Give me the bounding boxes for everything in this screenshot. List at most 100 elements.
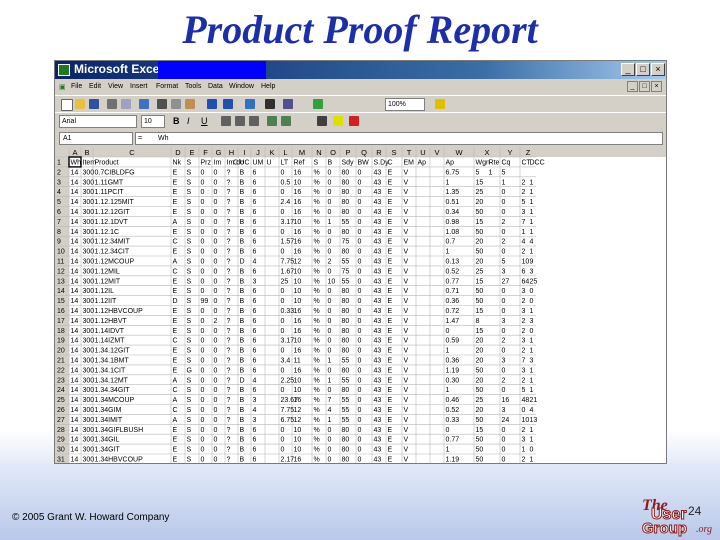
cell[interactable]: 0 bbox=[214, 249, 218, 256]
cell[interactable]: 10 bbox=[294, 447, 302, 454]
cell[interactable]: 43 bbox=[374, 209, 382, 216]
column-header-m[interactable]: M bbox=[299, 148, 305, 157]
cell[interactable]: 3 bbox=[522, 437, 526, 444]
cell[interactable]: 3 bbox=[522, 209, 526, 216]
cell[interactable]: V bbox=[404, 249, 409, 256]
cell[interactable]: S bbox=[187, 437, 192, 444]
cell[interactable]: 1.12IIT bbox=[95, 298, 118, 305]
cell[interactable]: 43 bbox=[374, 417, 382, 424]
cell[interactable]: 3 bbox=[522, 367, 526, 374]
cell[interactable]: E bbox=[173, 308, 178, 315]
cell[interactable]: A bbox=[173, 377, 178, 384]
cell[interactable]: 27 bbox=[502, 278, 510, 285]
cell[interactable]: E bbox=[173, 229, 178, 236]
cell[interactable]: B bbox=[240, 189, 245, 196]
cell[interactable]: 0 bbox=[358, 308, 362, 315]
cell[interactable]: ? bbox=[227, 318, 231, 325]
cell[interactable]: 1.34MCOUP bbox=[95, 397, 135, 404]
cell[interactable]: 0 bbox=[281, 318, 285, 325]
cell[interactable]: 14 bbox=[71, 288, 79, 295]
cell[interactable]: 0 bbox=[358, 189, 362, 196]
column-header-u[interactable]: U bbox=[420, 148, 425, 157]
cell[interactable]: 300 bbox=[83, 278, 95, 285]
cell[interactable]: E bbox=[388, 377, 393, 384]
cell[interactable]: 25 bbox=[476, 268, 484, 275]
column-header-c[interactable]: C bbox=[129, 148, 135, 157]
cell[interactable]: 0 bbox=[214, 278, 218, 285]
cell[interactable]: 2 bbox=[522, 457, 526, 464]
cell[interactable]: 6 bbox=[253, 219, 257, 226]
cell[interactable]: B bbox=[240, 427, 245, 434]
cell[interactable]: B bbox=[240, 239, 245, 246]
cell[interactable]: 0 bbox=[281, 367, 285, 374]
cell[interactable]: 80 bbox=[342, 427, 350, 434]
cell[interactable]: Ap bbox=[418, 160, 427, 167]
cell[interactable]: 43 bbox=[374, 189, 382, 196]
row-header-27[interactable]: 27 bbox=[57, 417, 65, 424]
cell[interactable]: 0 bbox=[328, 318, 332, 325]
cell[interactable]: 1 bbox=[328, 358, 332, 365]
cell[interactable]: 0 bbox=[214, 427, 218, 434]
cell[interactable]: 80 bbox=[342, 209, 350, 216]
cell[interactable]: 6 bbox=[253, 338, 257, 345]
cell[interactable]: 0 bbox=[201, 199, 205, 206]
cell[interactable]: 0 bbox=[201, 407, 205, 414]
cell[interactable]: 10 bbox=[522, 259, 530, 266]
cell[interactable]: 80 bbox=[342, 447, 350, 454]
cell[interactable]: 0 bbox=[328, 308, 332, 315]
cell[interactable]: 300 bbox=[83, 318, 95, 325]
menu-edit[interactable]: Edit bbox=[89, 83, 101, 90]
cell[interactable]: 0 bbox=[201, 358, 205, 365]
column-header-z[interactable]: Z bbox=[526, 148, 531, 157]
cell[interactable]: ? bbox=[227, 338, 231, 345]
cell[interactable]: 80 bbox=[342, 308, 350, 315]
cell[interactable]: 0 bbox=[328, 179, 332, 186]
cell[interactable]: B bbox=[240, 348, 245, 355]
cell[interactable]: % bbox=[314, 407, 320, 414]
cell[interactable]: 1.12IL bbox=[95, 288, 115, 295]
row-header-20[interactable]: 20 bbox=[57, 348, 65, 355]
cell[interactable]: 80 bbox=[342, 338, 350, 345]
cell[interactable]: S bbox=[187, 189, 192, 196]
cell[interactable]: 1.12HBVT bbox=[95, 318, 128, 325]
cell[interactable]: V bbox=[404, 229, 409, 236]
cell[interactable]: 0 bbox=[358, 278, 362, 285]
cell[interactable]: 0 bbox=[502, 437, 506, 444]
cell[interactable]: 64 bbox=[522, 278, 530, 285]
cell[interactable]: 6 bbox=[253, 427, 257, 434]
cell[interactable]: V bbox=[404, 437, 409, 444]
cell[interactable]: C bbox=[173, 338, 178, 345]
cell[interactable]: ? bbox=[227, 189, 231, 196]
cell[interactable]: B bbox=[240, 199, 245, 206]
cell[interactable]: 1 bbox=[530, 377, 534, 384]
cell[interactable]: 6 bbox=[253, 268, 257, 275]
cell[interactable]: E bbox=[173, 437, 178, 444]
column-header-l[interactable]: L bbox=[283, 148, 287, 157]
cell[interactable]: 43 bbox=[374, 348, 382, 355]
cell[interactable]: 16 bbox=[294, 209, 302, 216]
cell[interactable]: 0 bbox=[358, 268, 362, 275]
zoom-select[interactable]: 100% bbox=[385, 98, 425, 111]
cell[interactable]: E bbox=[173, 199, 178, 206]
cell[interactable]: 55 bbox=[342, 219, 350, 226]
cell[interactable]: Product bbox=[95, 160, 119, 167]
cell[interactable]: 1 bbox=[489, 169, 493, 176]
cell[interactable]: E bbox=[388, 367, 393, 374]
cell[interactable]: 50 bbox=[476, 387, 484, 394]
cell[interactable]: % bbox=[314, 447, 320, 454]
currency-icon[interactable] bbox=[267, 116, 277, 126]
cell[interactable]: 43 bbox=[374, 199, 382, 206]
cell[interactable]: 300 bbox=[83, 437, 95, 444]
row-header-25[interactable]: 25 bbox=[57, 397, 65, 404]
cell[interactable]: 0 bbox=[502, 229, 506, 236]
cell[interactable]: 0 bbox=[214, 447, 218, 454]
cell[interactable]: 43 bbox=[374, 377, 382, 384]
save-icon[interactable] bbox=[89, 99, 99, 109]
row-header-13[interactable]: 13 bbox=[57, 278, 65, 285]
formula-bar[interactable]: = Wh bbox=[135, 132, 663, 145]
cell[interactable]: 0 bbox=[358, 377, 362, 384]
cell[interactable]: Cq bbox=[502, 160, 511, 167]
cell[interactable]: D bbox=[173, 298, 178, 305]
cell[interactable]: 1.12.1C bbox=[95, 229, 120, 236]
cell[interactable]: 16 bbox=[294, 397, 302, 404]
